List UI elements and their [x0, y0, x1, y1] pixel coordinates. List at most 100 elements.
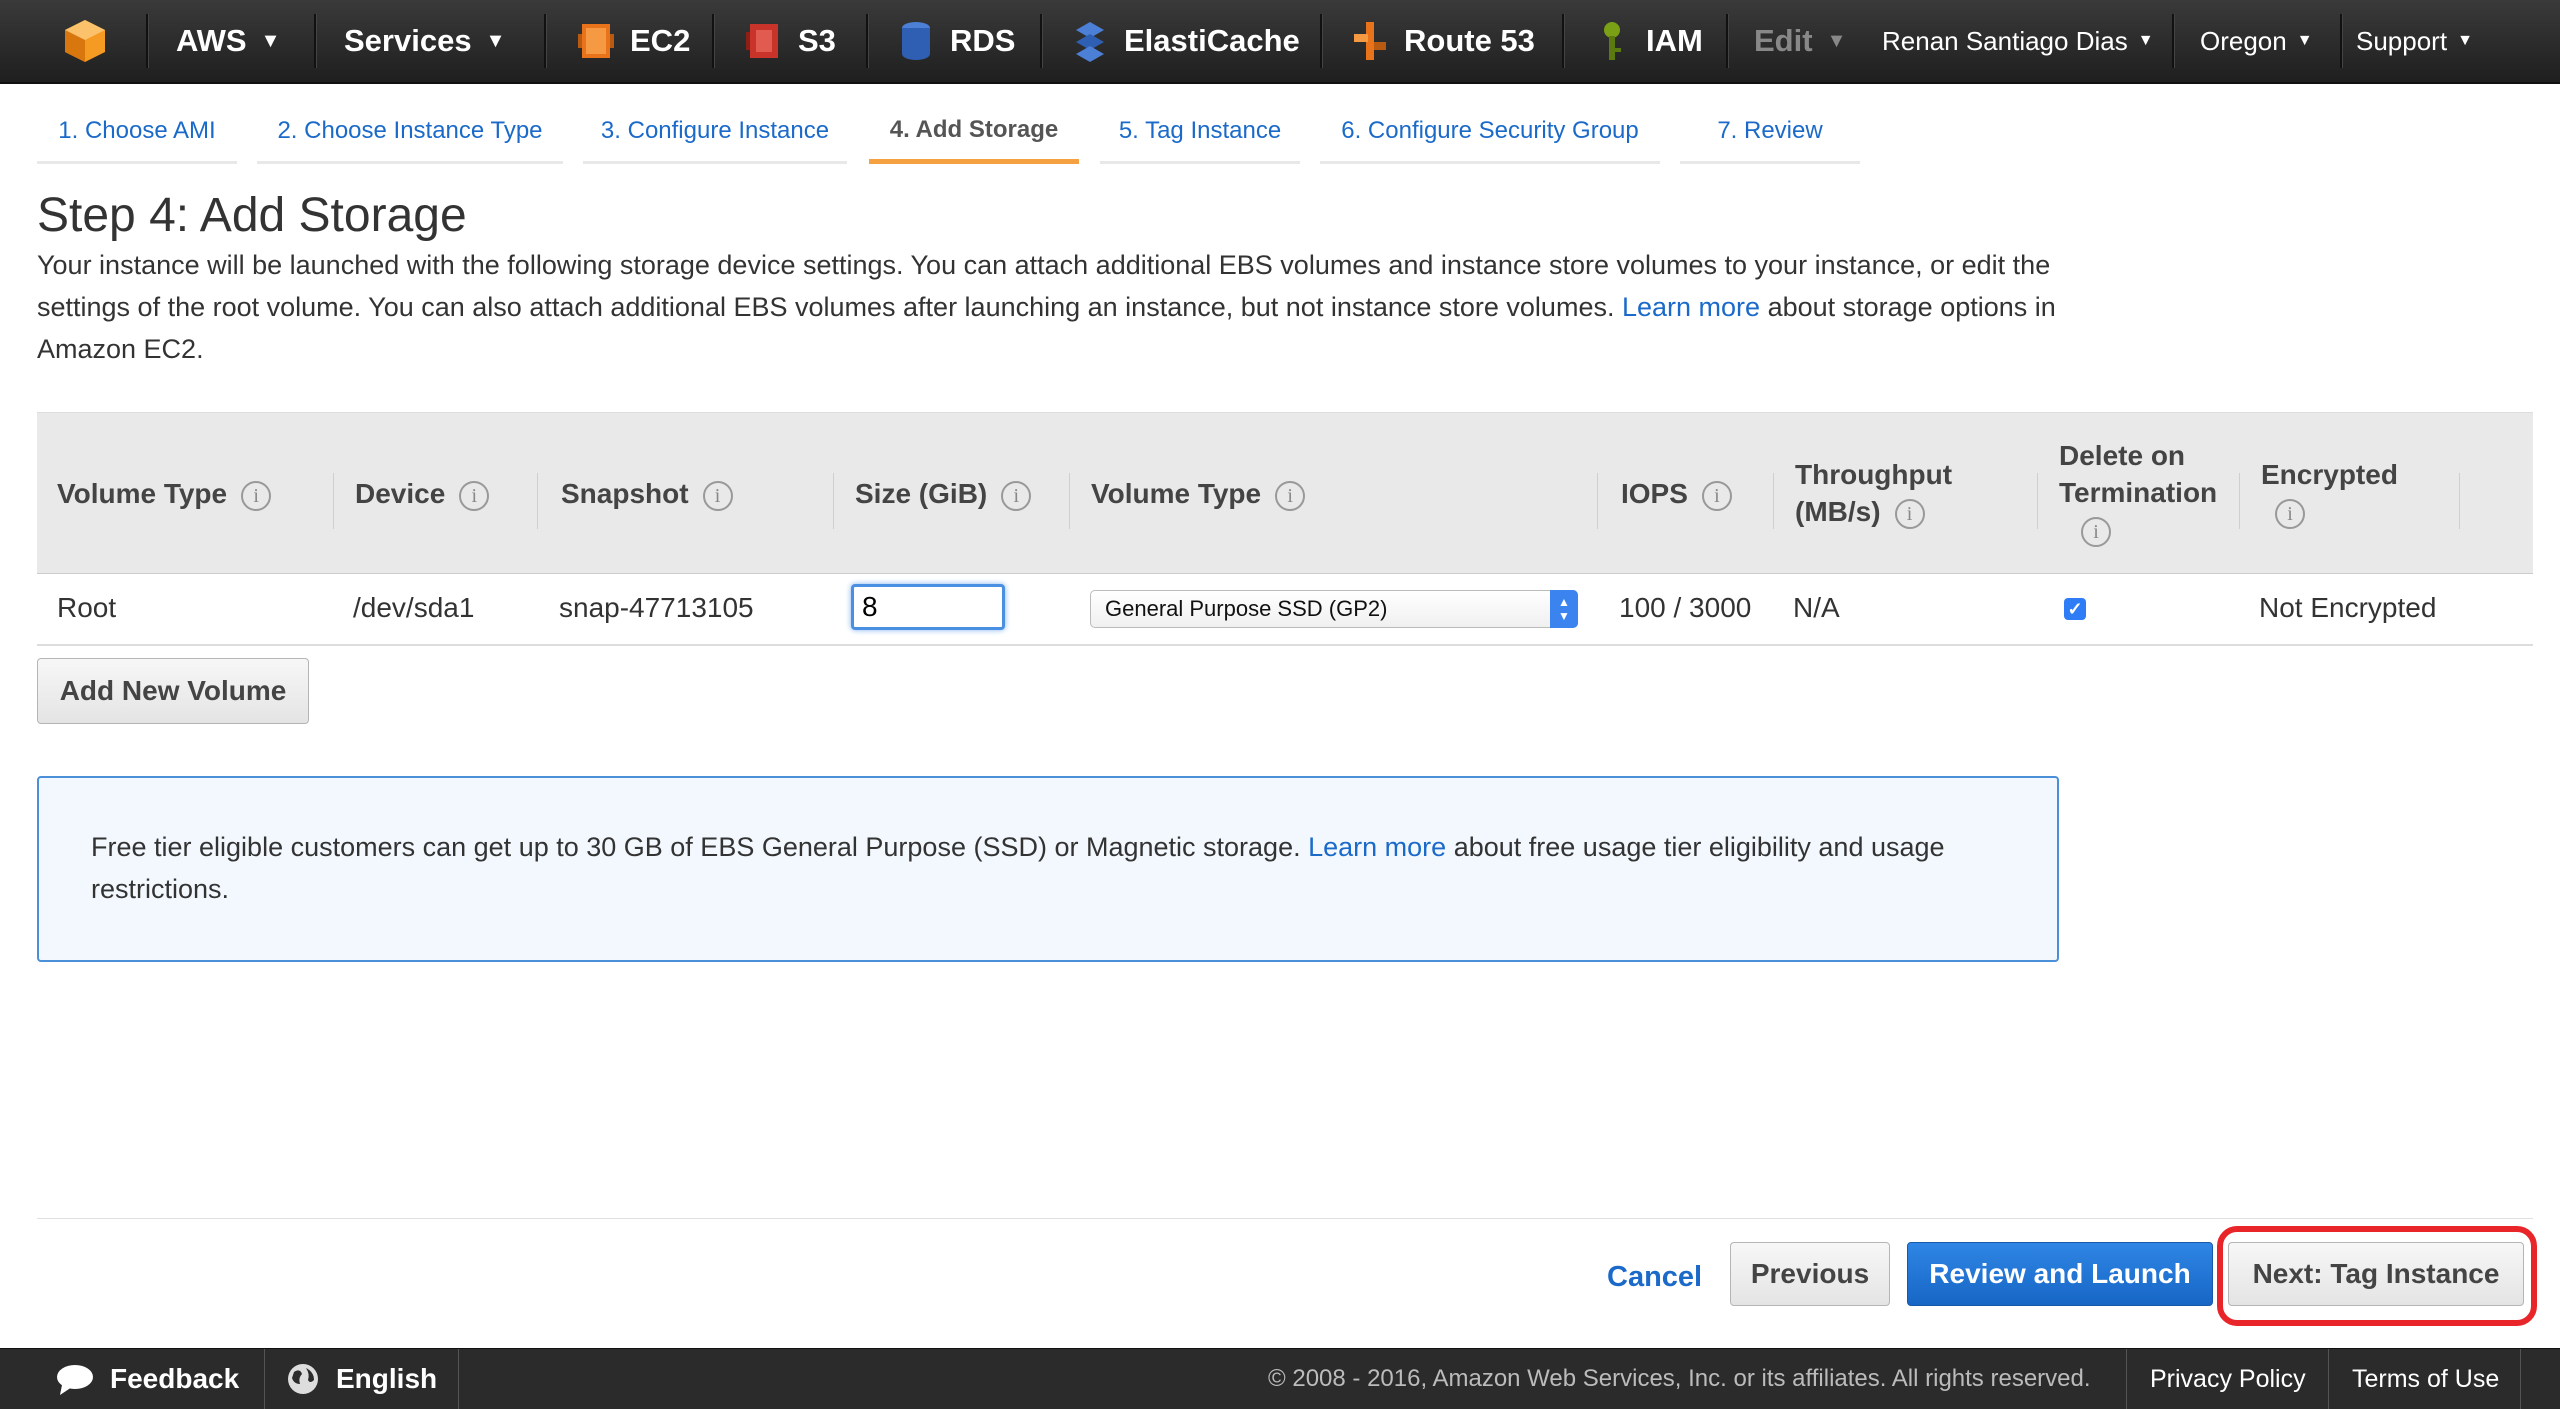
tab-review[interactable]: 7. Review [1680, 100, 1860, 164]
add-new-volume-button[interactable]: Add New Volume [37, 658, 309, 724]
route53-label: Route 53 [1404, 23, 1535, 58]
header-ebs-volume-type-label: Volume Type [1091, 478, 1262, 509]
info-icon[interactable]: i [1001, 480, 1032, 511]
page-description: Your instance will be launched with the … [37, 244, 2077, 370]
info-icon[interactable]: i [1894, 498, 1925, 529]
info-icon[interactable]: i [702, 480, 733, 511]
tab-tag-instance[interactable]: 5. Tag Instance [1100, 100, 1300, 164]
notice-learn-more-link[interactable]: Learn more [1308, 832, 1446, 862]
cell-iops: 100 / 3000 [1619, 592, 1752, 623]
cell-encrypted: Not Encrypted [2259, 592, 2437, 623]
notice-text: Free tier eligible customers can get up … [91, 826, 2011, 910]
chevron-down-icon: ▼ [1826, 29, 1847, 52]
rds-icon [902, 22, 930, 60]
cell-device: /dev/sda1 [353, 592, 475, 623]
services-menu-label: Services [344, 23, 472, 58]
privacy-policy-link[interactable]: Privacy Policy [2150, 1349, 2306, 1409]
chevron-down-icon: ▼ [485, 29, 506, 52]
divider [37, 1218, 2533, 1219]
header-device: Device i [355, 475, 490, 512]
tab-add-storage[interactable]: 4. Add Storage [869, 100, 1079, 164]
header-delete-on-termination: Delete on Termination i [2059, 437, 2217, 548]
tab-configure-security-group[interactable]: 6. Configure Security Group [1320, 100, 1660, 164]
services-menu[interactable]: Services ▼ [344, 0, 505, 82]
storage-table-header: Volume Type i Device i Snapshot i Size (GiB… [37, 412, 2533, 574]
chevron-down-icon: ▼ [2137, 32, 2154, 49]
header-throughput-unit: (MB/s) [1795, 496, 1881, 527]
iam-shortcut[interactable]: IAM [1594, 0, 1703, 82]
chevron-down-icon: ▼ [2296, 32, 2313, 49]
select-arrows-icon: ▲ ▼ [1550, 590, 1578, 628]
aws-logo-icon[interactable] [62, 0, 108, 82]
s3-label: S3 [798, 23, 836, 58]
header-encrypted-label: Encrypted [2261, 459, 2398, 490]
header-volume-type-label: Volume Type [57, 478, 228, 509]
header-delete-label: Delete on [2059, 440, 2186, 471]
page-title: Step 4: Add Storage [37, 189, 467, 242]
header-iops: IOPS i [1621, 475, 1732, 512]
cancel-button[interactable]: Cancel [1607, 1254, 1702, 1300]
tab-configure-instance[interactable]: 3. Configure Instance [583, 100, 847, 164]
size-input[interactable] [851, 584, 1005, 630]
s3-icon [746, 24, 778, 58]
free-tier-notice: Free tier eligible customers can get up … [37, 776, 2059, 962]
volume-type-selected-value: General Purpose SSD (GP2) [1105, 596, 1388, 621]
feedback-label: Feedback [110, 1363, 240, 1394]
region-menu-label: Oregon [2200, 25, 2287, 56]
previous-button[interactable]: Previous [1730, 1242, 1890, 1306]
rds-label: RDS [950, 23, 1016, 58]
header-iops-label: IOPS [1621, 478, 1688, 509]
chevron-down-icon: ▼ [2457, 32, 2473, 49]
info-icon[interactable]: i [1701, 480, 1732, 511]
user-menu-label: Renan Santiago Dias [1882, 25, 2128, 56]
review-and-launch-button[interactable]: Review and Launch [1907, 1242, 2213, 1306]
region-menu[interactable]: Oregon ▼ [2200, 0, 2313, 82]
elasticache-icon [1076, 22, 1104, 62]
learn-more-link[interactable]: Learn more [1622, 292, 1760, 322]
s3-shortcut[interactable]: S3 [746, 0, 836, 82]
tab-choose-instance-type[interactable]: 2. Choose Instance Type [257, 100, 563, 164]
elasticache-shortcut[interactable]: ElastiCache [1072, 0, 1300, 82]
edit-menu[interactable]: Edit ▼ [1754, 0, 1846, 82]
globe-icon [288, 1364, 318, 1394]
ec2-label: EC2 [630, 23, 691, 58]
route53-shortcut[interactable]: Route 53 [1352, 0, 1535, 82]
highlight-annotation [2217, 1226, 2537, 1326]
copyright-text: © 2008 - 2016, Amazon Web Services, Inc.… [1268, 1365, 2091, 1392]
route53-icon [1354, 22, 1386, 60]
key-icon [1604, 22, 1621, 60]
header-volume-type: Volume Type i [57, 475, 272, 512]
header-throughput: Throughput (MB/s) i [1795, 456, 1952, 530]
chevron-down-icon: ▼ [260, 29, 281, 52]
info-icon[interactable]: i [459, 480, 490, 511]
top-navigation-bar: AWS ▼ Services ▼ EC2 S3 RDS ElastiCache Ro… [0, 0, 2560, 84]
volume-type-select[interactable]: General Purpose SSD (GP2) ▲ ▼ [1090, 590, 1578, 628]
delete-on-termination-checkbox[interactable]: ✓ [2064, 598, 2086, 620]
support-menu[interactable]: Support ▼ [2356, 0, 2473, 82]
rds-shortcut[interactable]: RDS [898, 0, 1015, 82]
aws-menu[interactable]: AWS ▼ [176, 0, 280, 82]
header-snapshot: Snapshot i [561, 475, 733, 512]
info-icon[interactable]: i [2275, 498, 2305, 529]
ec2-shortcut[interactable]: EC2 [578, 0, 690, 82]
cell-volume-type: Root [57, 592, 117, 623]
terms-of-use-link[interactable]: Terms of Use [2352, 1349, 2499, 1409]
speech-bubble-icon [57, 1365, 93, 1395]
header-ebs-volume-type: Volume Type i [1091, 475, 1306, 512]
language-selector[interactable]: English [286, 1349, 437, 1409]
header-snapshot-label: Snapshot [561, 478, 689, 509]
info-icon[interactable]: i [241, 480, 272, 511]
iam-label: IAM [1646, 23, 1703, 58]
header-termination-label: Termination [2059, 477, 2218, 508]
notice-text-start: Free tier eligible customers can get up … [91, 832, 1301, 862]
tab-choose-ami[interactable]: 1. Choose AMI [37, 100, 237, 164]
language-label: English [336, 1363, 438, 1394]
ec2-icon [578, 24, 614, 58]
cell-snapshot: snap-47713105 [559, 592, 754, 623]
info-icon[interactable]: i [2081, 516, 2111, 547]
info-icon[interactable]: i [1275, 480, 1306, 511]
feedback-button[interactable]: Feedback [56, 1349, 239, 1409]
footer-bar: Feedback English © 2008 - 2016, Amazon W… [0, 1348, 2560, 1409]
user-menu[interactable]: Renan Santiago Dias ▼ [1882, 0, 2154, 82]
header-size-label: Size (GiB) [855, 478, 988, 509]
